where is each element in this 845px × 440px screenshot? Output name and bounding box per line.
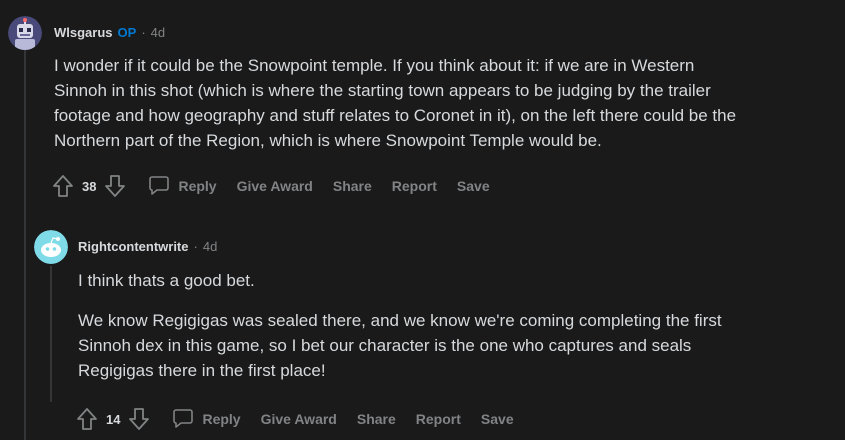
- vote-controls: 38: [52, 174, 126, 198]
- downvote-icon[interactable]: [104, 174, 126, 198]
- comment-1-meta: Wlsgarus OP · 4d: [54, 25, 165, 40]
- reply-button[interactable]: Reply: [172, 407, 241, 432]
- comment-bubble-icon: [172, 407, 202, 432]
- thread-line-main[interactable]: [24, 50, 26, 440]
- timestamp[interactable]: 4d: [151, 25, 165, 40]
- comment-1-body: I wonder if it could be the Snowpoint te…: [54, 53, 736, 153]
- save-button[interactable]: Save: [457, 178, 490, 194]
- snoo-avatar-icon[interactable]: [34, 230, 68, 264]
- comment-2-body: I think thats a good bet. We know Regigi…: [78, 268, 722, 383]
- vote-score: 38: [82, 178, 97, 194]
- share-button[interactable]: Share: [357, 411, 396, 427]
- vote-score: 14: [106, 411, 121, 427]
- comment-line: I wonder if it could be the Snowpoint te…: [54, 56, 695, 75]
- upvote-icon[interactable]: [76, 407, 98, 431]
- comment-line: We know Regigigas was sealed there, and …: [78, 311, 722, 330]
- downvote-icon[interactable]: [128, 407, 150, 431]
- comment-1-actions: 38 Reply Give Award Share Report Save: [52, 171, 490, 201]
- meta-separator: ·: [193, 239, 198, 254]
- comment-line: Sinnoh dex in this game, so I bet our ch…: [78, 336, 692, 355]
- comment-2-meta: Rightcontentwrite · 4d: [78, 239, 217, 254]
- upvote-icon[interactable]: [52, 174, 74, 198]
- reply-label: Reply: [178, 178, 217, 194]
- save-button[interactable]: Save: [481, 411, 514, 427]
- robot-avatar-icon[interactable]: [8, 16, 42, 50]
- username[interactable]: Rightcontentwrite: [78, 239, 189, 254]
- report-button[interactable]: Report: [416, 411, 461, 427]
- give-award-button[interactable]: Give Award: [261, 411, 337, 427]
- thread-line-reply[interactable]: [50, 266, 52, 402]
- comment-line: footage and how geography and stuff rela…: [54, 106, 737, 125]
- reply-button[interactable]: Reply: [148, 174, 217, 199]
- share-button[interactable]: Share: [333, 178, 372, 194]
- vote-controls: 14: [76, 407, 150, 431]
- comment-line: Regigigas there in the first place!: [78, 361, 326, 380]
- give-award-button[interactable]: Give Award: [237, 178, 313, 194]
- timestamp[interactable]: 4d: [203, 239, 217, 254]
- report-button[interactable]: Report: [392, 178, 437, 194]
- comment-line: Northern part of the Region, which is wh…: [54, 131, 602, 150]
- reply-label: Reply: [202, 411, 241, 427]
- comment-bubble-icon: [148, 174, 178, 199]
- comment-line: Sinnoh in this shot (which is where the …: [54, 81, 711, 100]
- comment-2-actions: 14 Reply Give Award Share Report Save: [76, 404, 514, 434]
- meta-separator: ·: [141, 25, 146, 40]
- op-badge: OP: [117, 25, 137, 40]
- username[interactable]: Wlsgarus: [54, 25, 113, 40]
- comment-line: I think thats a good bet.: [78, 271, 255, 290]
